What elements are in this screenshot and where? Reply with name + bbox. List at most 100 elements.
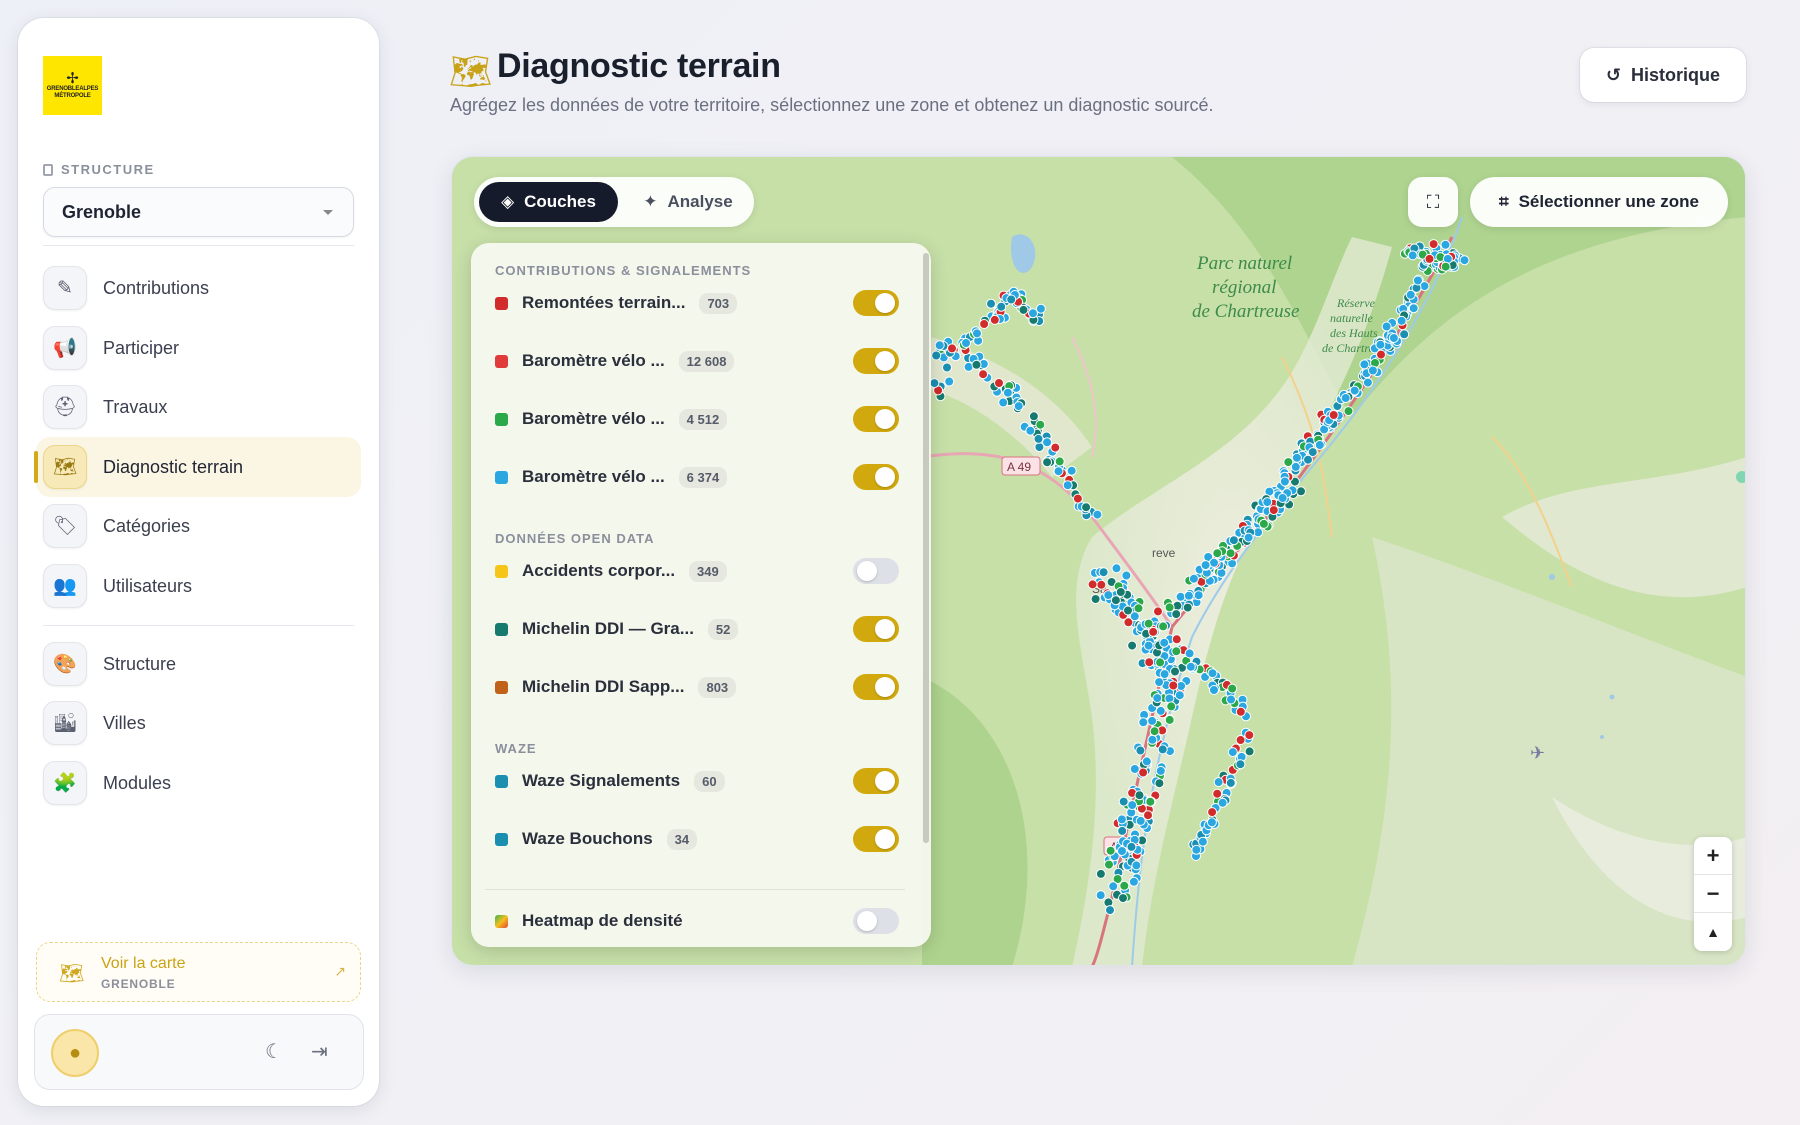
map-marker[interactable] xyxy=(1376,349,1386,360)
sidebar-item-modules[interactable]: 🧩 Modules xyxy=(36,753,361,813)
map-marker[interactable] xyxy=(1148,626,1159,637)
map-marker[interactable] xyxy=(1062,480,1073,491)
map-marker[interactable] xyxy=(1244,730,1255,741)
zoom-in-button[interactable]: + xyxy=(1694,837,1732,875)
map-marker[interactable] xyxy=(1314,440,1325,450)
map-marker[interactable] xyxy=(1127,640,1138,651)
map-marker[interactable] xyxy=(1095,890,1106,901)
map-marker[interactable] xyxy=(1175,591,1186,602)
map-marker[interactable] xyxy=(1053,466,1064,477)
map-marker[interactable] xyxy=(1226,694,1236,705)
layer-toggle[interactable] xyxy=(853,290,899,316)
map-marker[interactable] xyxy=(1206,817,1217,828)
map-marker[interactable] xyxy=(1171,634,1182,645)
compass-button[interactable]: ▲ xyxy=(1694,913,1732,951)
map-marker[interactable] xyxy=(1183,590,1194,601)
map-marker[interactable] xyxy=(1405,289,1416,300)
map-marker[interactable] xyxy=(1209,557,1219,568)
map-marker[interactable] xyxy=(1145,796,1156,807)
map-marker[interactable] xyxy=(1035,419,1046,430)
map-marker[interactable] xyxy=(1129,764,1140,774)
map-marker[interactable] xyxy=(1171,609,1182,620)
map-marker[interactable] xyxy=(1258,518,1269,529)
map-marker[interactable] xyxy=(1424,253,1435,264)
layer-row[interactable]: Michelin DDI Sapp... 803 xyxy=(495,669,899,705)
map-marker[interactable] xyxy=(947,343,957,354)
map-marker[interactable] xyxy=(1367,365,1378,376)
map-marker[interactable] xyxy=(1111,563,1122,574)
map-marker[interactable] xyxy=(1399,329,1410,340)
map-marker[interactable] xyxy=(1018,304,1029,315)
map-marker[interactable] xyxy=(1002,387,1013,398)
map-marker[interactable] xyxy=(1138,717,1149,728)
map-marker[interactable] xyxy=(1207,668,1218,679)
map-marker[interactable] xyxy=(1144,657,1155,668)
map-marker[interactable] xyxy=(1117,825,1128,836)
map-canvas[interactable]: Parc naturel régional de Chartreuse Rése… xyxy=(451,156,1746,966)
map-marker[interactable] xyxy=(1118,893,1128,904)
view-map-link[interactable]: 🗺 Voir la carte GRENOBLE ↗ xyxy=(36,942,361,1002)
sidebar-item-villes[interactable]: 🏙 Villes xyxy=(36,693,361,753)
map-marker[interactable] xyxy=(986,298,996,309)
map-marker[interactable] xyxy=(1110,595,1121,606)
map-marker[interactable] xyxy=(1188,573,1199,584)
map-marker[interactable] xyxy=(1025,425,1036,436)
map-marker[interactable] xyxy=(1028,308,1038,319)
tab-couches[interactable]: ◈ Couches xyxy=(479,182,618,222)
layer-toggle[interactable] xyxy=(853,406,899,432)
layer-row[interactable]: Waze Bouchons 34 xyxy=(495,821,899,857)
layer-toggle[interactable] xyxy=(853,826,899,852)
layer-row[interactable]: Waze Signalements 60 xyxy=(495,763,899,799)
map-marker[interactable] xyxy=(1440,261,1451,272)
map-marker[interactable] xyxy=(1225,548,1236,559)
map-marker[interactable] xyxy=(979,319,990,329)
map-marker[interactable] xyxy=(929,378,940,389)
map-marker[interactable] xyxy=(1095,868,1106,879)
avatar[interactable]: ● xyxy=(51,1029,99,1077)
layer-row[interactable]: Baromètre vélo ... 6 374 xyxy=(495,459,899,495)
map-marker[interactable] xyxy=(1028,411,1039,422)
map-marker[interactable] xyxy=(971,359,982,370)
map-marker[interactable] xyxy=(1128,876,1139,887)
map-marker[interactable] xyxy=(994,378,1004,388)
layer-toggle[interactable] xyxy=(853,464,899,490)
map-marker[interactable] xyxy=(1164,714,1175,725)
layer-toggle[interactable] xyxy=(853,348,899,374)
map-marker[interactable] xyxy=(1228,535,1239,546)
map-marker[interactable] xyxy=(1155,765,1166,776)
sidebar-item-diagnostic-terrain[interactable]: 🗺 Diagnostic terrain xyxy=(34,437,361,497)
map-marker[interactable] xyxy=(1119,880,1130,891)
map-marker[interactable] xyxy=(1197,836,1208,847)
map-marker[interactable] xyxy=(1362,377,1373,388)
map-marker[interactable] xyxy=(1307,447,1318,458)
map-marker[interactable] xyxy=(1033,433,1044,444)
map-marker[interactable] xyxy=(1185,661,1196,672)
map-marker[interactable] xyxy=(1149,726,1160,737)
map-marker[interactable] xyxy=(1153,606,1163,617)
map-marker[interactable] xyxy=(1193,590,1204,601)
map-marker[interactable] xyxy=(996,301,1007,312)
map-marker[interactable] xyxy=(1115,587,1126,597)
map-marker[interactable] xyxy=(972,328,982,339)
map-marker[interactable] xyxy=(1143,618,1154,629)
sidebar-item-participer[interactable]: 📢 Participer xyxy=(36,318,361,378)
map-marker[interactable] xyxy=(1147,734,1158,745)
map-marker[interactable] xyxy=(1184,648,1195,659)
map-marker[interactable] xyxy=(1092,509,1103,520)
map-marker[interactable] xyxy=(961,338,971,348)
fullscreen-button[interactable]: ⛶ xyxy=(1408,177,1458,227)
map-marker[interactable] xyxy=(1396,315,1407,326)
layer-row[interactable]: Remontées terrain... 703 xyxy=(495,285,899,321)
sidebar-item-categories[interactable]: 🏷 Catégories xyxy=(36,496,361,556)
map-marker[interactable] xyxy=(1143,640,1154,651)
sidebar-item-utilisateurs[interactable]: 👥 Utilisateurs xyxy=(36,556,361,616)
heatmap-row[interactable]: Heatmap de densité xyxy=(495,903,899,939)
logout-icon[interactable]: ⇥ xyxy=(311,1039,328,1064)
map-marker[interactable] xyxy=(1375,339,1386,350)
map-marker[interactable] xyxy=(1227,747,1238,758)
map-marker[interactable] xyxy=(1138,767,1149,778)
map-marker[interactable] xyxy=(1213,777,1224,788)
map-marker[interactable] xyxy=(1126,841,1137,852)
map-marker[interactable] xyxy=(1388,333,1399,343)
map-marker[interactable] xyxy=(1225,777,1236,788)
